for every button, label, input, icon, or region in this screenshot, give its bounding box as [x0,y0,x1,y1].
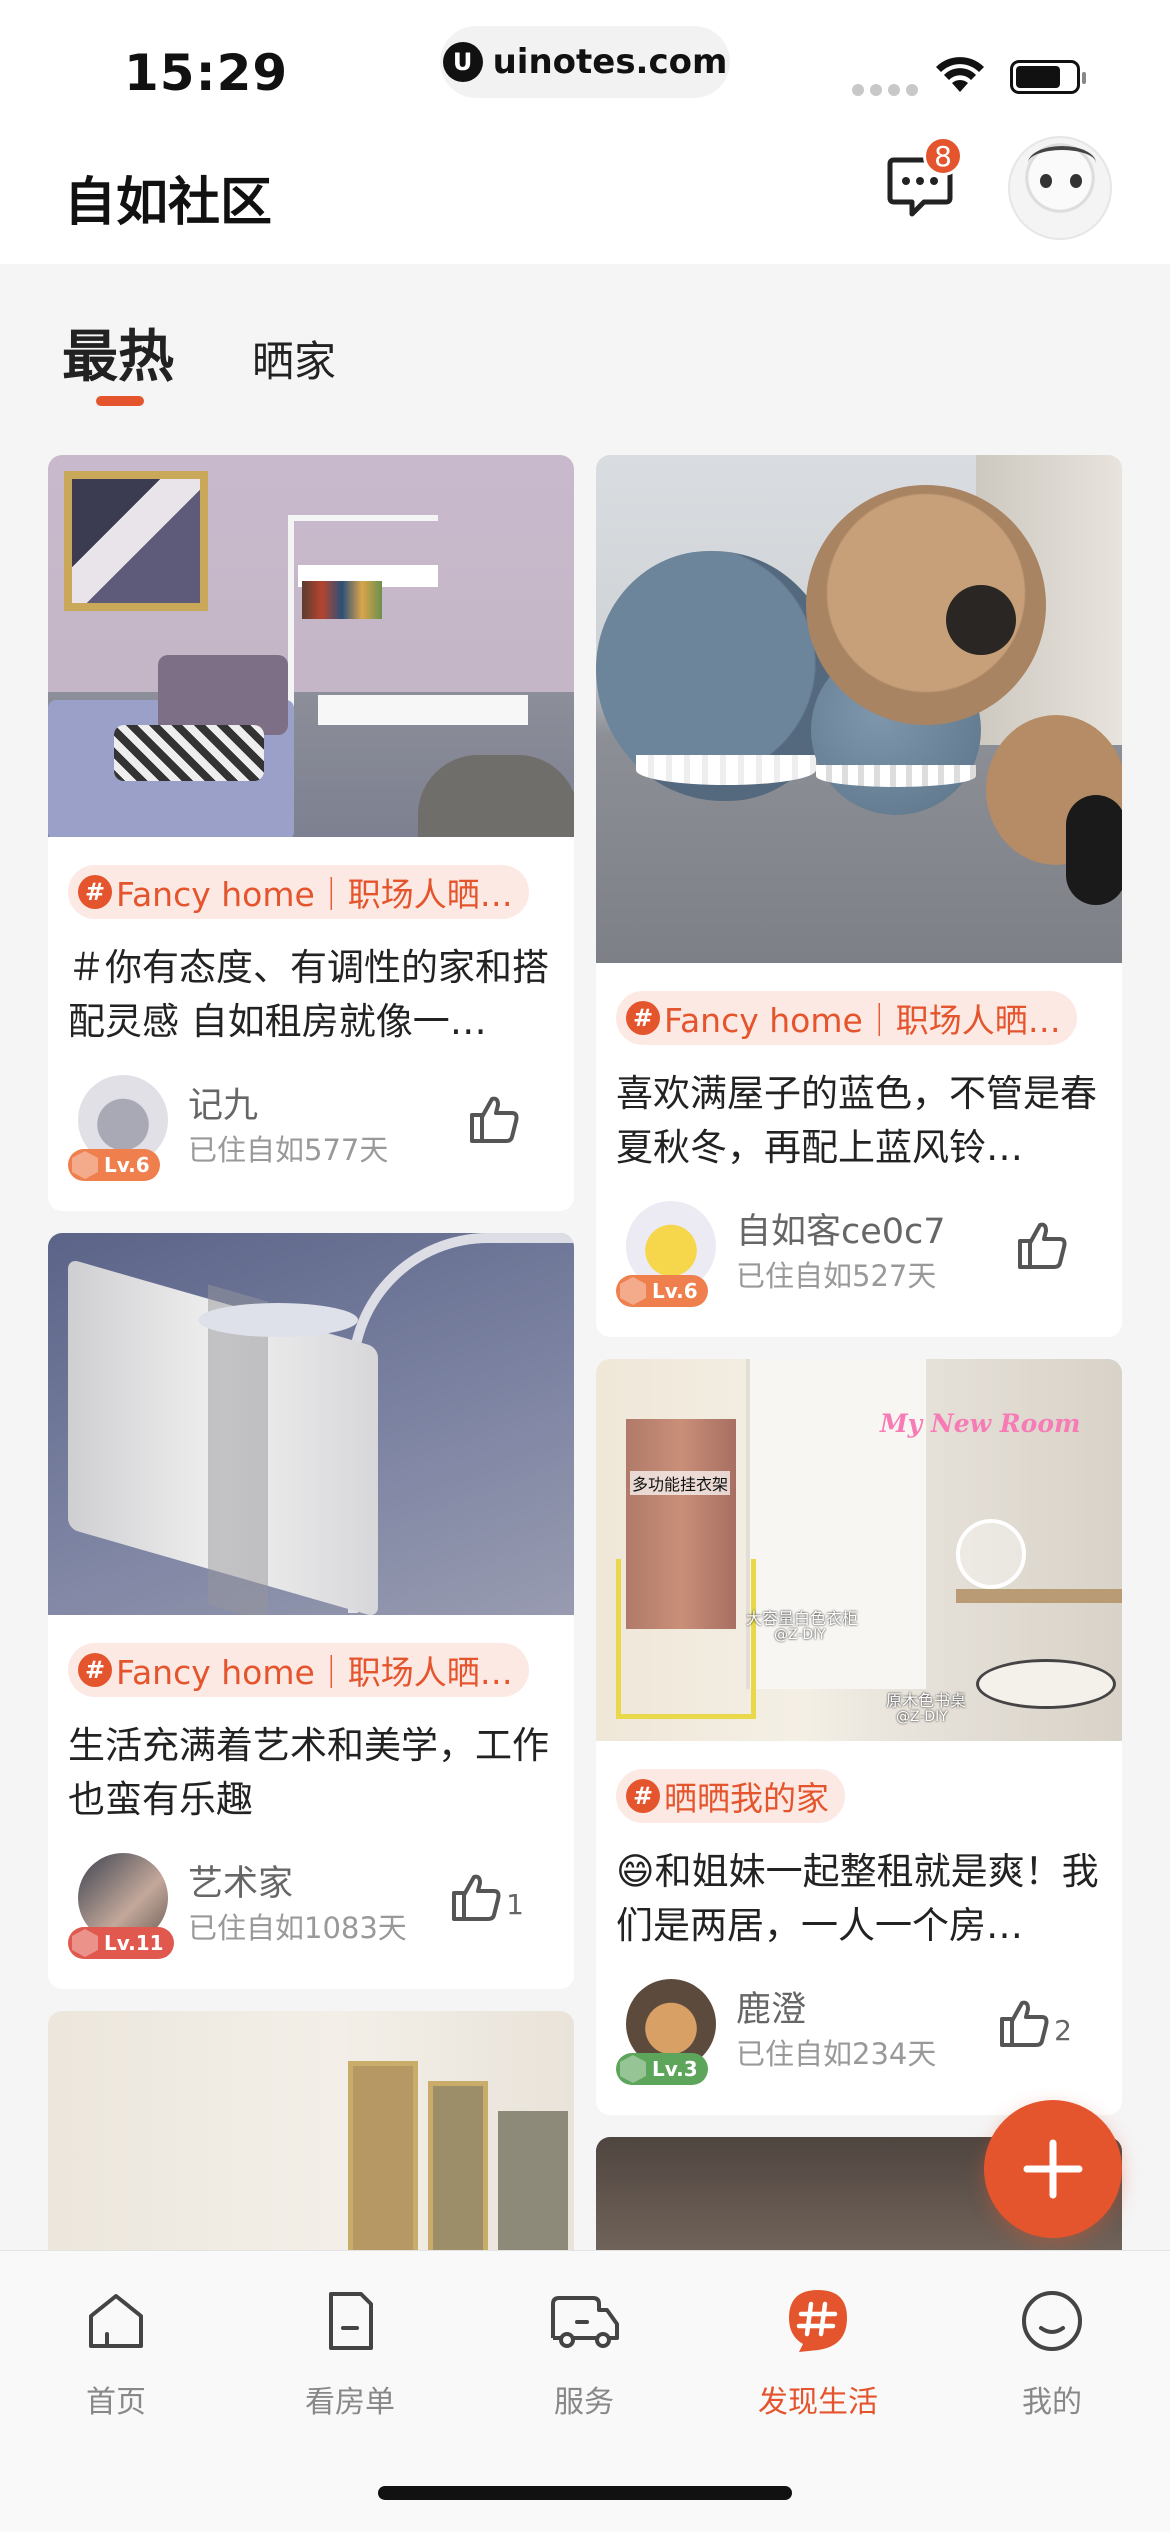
image-label: 原木色书桌 [886,1691,967,1710]
tab-home[interactable]: 首页 [26,2281,206,2421]
topic-tag[interactable]: # Fancy home｜职场人晒… [68,865,529,919]
post-card[interactable]: # Fancy home｜职场人晒… 生活充满着艺术和美学，工作也蛮有乐趣 Lv.… [48,1233,574,1989]
like-count: 1 [506,1888,524,1921]
smile-icon [1022,2291,1082,2351]
author-row: Lv.11 艺术家 已住自如1083天 1 [68,1853,554,1963]
level-badge: Lv.6 [616,1275,708,1307]
tab-indicator [96,396,144,406]
post-text: 喜欢满屋子的蓝色，不管是春夏秋冬，再配上蓝风铃… [616,1072,1097,1169]
url-text: uinotes.com [492,42,728,82]
image-label: 大容量白色衣柜 [746,1609,859,1628]
tab-hot[interactable]: 最热 [62,312,174,393]
battery-icon [1010,60,1086,94]
author-row: Lv.3 鹿澄 已住自如234天 2 [616,1979,1102,2089]
plus-icon [1023,2139,1083,2199]
tab-show-home[interactable]: 晒家 [252,328,336,389]
author-name[interactable]: 自如客ce0c7 [736,1203,946,1254]
level-badge: Lv.11 [68,1927,174,1959]
post-image [48,1233,574,1615]
page-title: 自如社区 [64,173,273,233]
wifi-icon [936,57,984,92]
author-days: 已住自如234天 [736,2037,937,2071]
author-days: 已住自如577天 [188,1133,389,1167]
level-badge: Lv.6 [68,1149,160,1181]
author-days: 已住自如527天 [736,1259,937,1293]
thumbs-up-icon [452,1874,501,1921]
topic-tag[interactable]: # 晒晒我的家 [616,1769,845,1823]
image-label: @Z-DIY [774,1627,826,1643]
hashtag-icon: # [626,1001,660,1035]
post-text: 😄和姐妹一起整租就是爽！我们是两居，一人一个房… [616,1850,1099,1947]
hashtag-icon: # [626,1779,660,1813]
image-label: 多功能挂衣架 [630,1471,731,1495]
site-logo-icon: U [442,42,483,82]
author-name[interactable]: 记九 [188,1077,258,1128]
post-card[interactable]: My New Room 多功能挂衣架 大容量白色衣柜 @Z-DIY 原木色书桌 … [596,1359,1122,2115]
like-button[interactable] [468,1095,524,1143]
topic-tag[interactable]: # Fancy home｜职场人晒… [616,991,1077,1045]
post-image [48,455,574,837]
author-name[interactable]: 艺术家 [188,1855,293,1906]
like-button[interactable]: 1 [450,1873,524,1921]
post-text: 生活充满着艺术和美学，工作也蛮有乐趣 [68,1724,549,1821]
url-pill[interactable]: U uinotes.com [440,26,730,98]
like-button[interactable] [1016,1221,1072,1269]
post-image [596,455,1122,963]
feed-column-right: # Fancy home｜职场人晒… 喜欢满屋子的蓝色，不管是春夏秋冬，再配上蓝风… [596,455,1122,2359]
hashtag-icon: # [78,1653,112,1687]
like-count: 2 [1054,2014,1072,2047]
author-row: Lv.6 自如客ce0c7 已住自如527天 [616,1201,1102,1311]
hashtag-icon: # [78,875,112,909]
app-header: 自如社区 8 [0,130,1170,264]
truck-icon [551,2296,619,2348]
thumbs-up-icon [1000,2000,1049,2047]
hashtag-icon [789,2290,847,2352]
level-badge: Lv.3 [616,2053,708,2085]
message-badge: 8 [923,136,963,176]
image-label: @Z-DIY [896,1709,948,1725]
tab-services[interactable]: 服务 [494,2281,674,2421]
tab-mine[interactable]: 我的 [962,2281,1142,2421]
post-image: My New Room 多功能挂衣架 大容量白色衣柜 @Z-DIY 原木色书桌 … [596,1359,1122,1741]
post-card[interactable]: # Fancy home｜职场人晒… 喜欢满屋子的蓝色，不管是春夏秋冬，再配上蓝风… [596,455,1122,1337]
like-button[interactable]: 2 [998,1999,1072,2047]
image-title: My New Room [880,1409,1081,1438]
topic-tag[interactable]: # Fancy home｜职场人晒… [68,1643,529,1697]
document-icon [329,2292,373,2350]
status-bar: 15:29 U uinotes.com [0,0,1170,130]
create-post-button[interactable] [984,2100,1122,2238]
thumbs-up-icon [470,1096,519,1143]
author-days: 已住自如1083天 [188,1911,407,1945]
thumbs-up-icon [1018,1222,1067,1269]
post-card[interactable]: # Fancy home｜职场人晒… ＃你有态度、有调性的家和搭配灵感 自如租房就… [48,455,574,1211]
post-text: ＃你有态度、有调性的家和搭配灵感 自如租房就像一… [68,946,549,1043]
home-indicator [378,2486,792,2500]
tab-viewing-list[interactable]: 看房单 [260,2281,440,2421]
signal-icon [852,84,918,96]
author-row: Lv.6 记九 已住自如577天 [68,1075,554,1185]
author-name[interactable]: 鹿澄 [736,1981,806,2032]
home-icon [89,2294,143,2348]
feed-column-left: # Fancy home｜职场人晒… ＃你有态度、有调性的家和搭配灵感 自如租房就… [48,455,574,2333]
status-time: 15:29 [124,44,289,102]
avatar[interactable] [1008,136,1112,240]
feed-tabs: 最热 晒家 [0,300,1170,420]
tab-discover[interactable]: 发现生活 [728,2281,908,2421]
